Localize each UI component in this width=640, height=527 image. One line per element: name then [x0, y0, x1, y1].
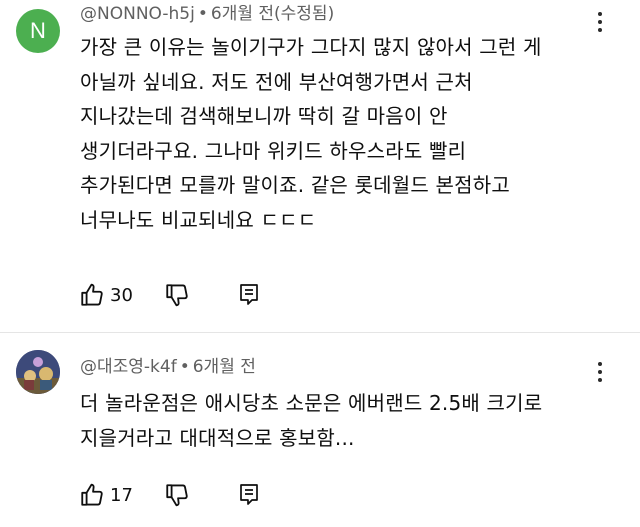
like-count: 30: [110, 284, 133, 306]
more-options-button[interactable]: [592, 12, 608, 32]
author-name[interactable]: @대조영-k4f: [80, 357, 177, 377]
thumb-down-icon: [166, 284, 188, 307]
avatar-letter: N: [30, 18, 46, 43]
comment-line: 지을거라고 대대적으로 홍보함...: [80, 425, 355, 450]
comment-line: 너무나도 비교되네요 ㄷㄷㄷ: [80, 207, 317, 232]
thumb-up-icon: [81, 483, 103, 506]
like-button[interactable]: [76, 280, 108, 310]
reply-icon: [240, 484, 258, 505]
comment-divider: [0, 332, 640, 333]
comment-line: 아닐까 싶네요. 저도 전에 부산여행가면서 근처: [80, 69, 473, 94]
comment-line: 추가된다면 모를까 말이죠. 같은 롯데월드 본점하고: [80, 173, 510, 197]
avatar[interactable]: [16, 350, 60, 394]
author-name[interactable]: @NONNO-h5j: [80, 4, 195, 24]
comment-actions: 17: [76, 480, 265, 510]
avatar-image-icon: [16, 350, 60, 394]
more-options-button[interactable]: [592, 362, 608, 382]
comment-header: @NONNO-h5j • 6개월 전(수정됨): [80, 2, 334, 26]
avatar[interactable]: N: [16, 9, 60, 53]
dislike-button[interactable]: [161, 280, 193, 310]
reply-icon: [240, 284, 258, 305]
dot-separator: •: [197, 4, 208, 24]
dislike-button[interactable]: [161, 480, 193, 510]
comment-text: 가장 큰 이유는 놀이기구가 그다지 많지 않아서 그런 게 아닐까 싶네요. …: [80, 30, 580, 237]
comment-time[interactable]: 6개월 전: [193, 357, 256, 377]
reply-button[interactable]: [233, 480, 265, 510]
comment-time[interactable]: 6개월 전(수정됨): [211, 4, 334, 24]
thumb-up-icon: [81, 283, 103, 306]
comment-header: @대조영-k4f • 6개월 전: [80, 355, 256, 379]
comment-actions: 30: [76, 280, 265, 310]
comment-line: 지나갔는데 검색해보니까 딱히 갈 마음이 안: [80, 104, 448, 128]
reply-button[interactable]: [233, 280, 265, 310]
comment-text: 더 놀라운점은 애시당초 소문은 에버랜드 2.5배 크기로 지을거라고 대대적…: [80, 386, 580, 455]
thumb-down-icon: [166, 484, 188, 507]
like-count: 17: [110, 484, 133, 506]
like-button[interactable]: [76, 480, 108, 510]
dot-separator: •: [179, 357, 190, 377]
comment-line: 생기더라구요. 그나마 위키드 하우스라도 빨리: [80, 138, 467, 163]
comment-line: 더 놀라운점은 애시당초 소문은 에버랜드 2.5배 크기로: [80, 391, 543, 415]
comment-line: 가장 큰 이유는 놀이기구가 그다지 많지 않아서 그런 게: [80, 35, 542, 59]
